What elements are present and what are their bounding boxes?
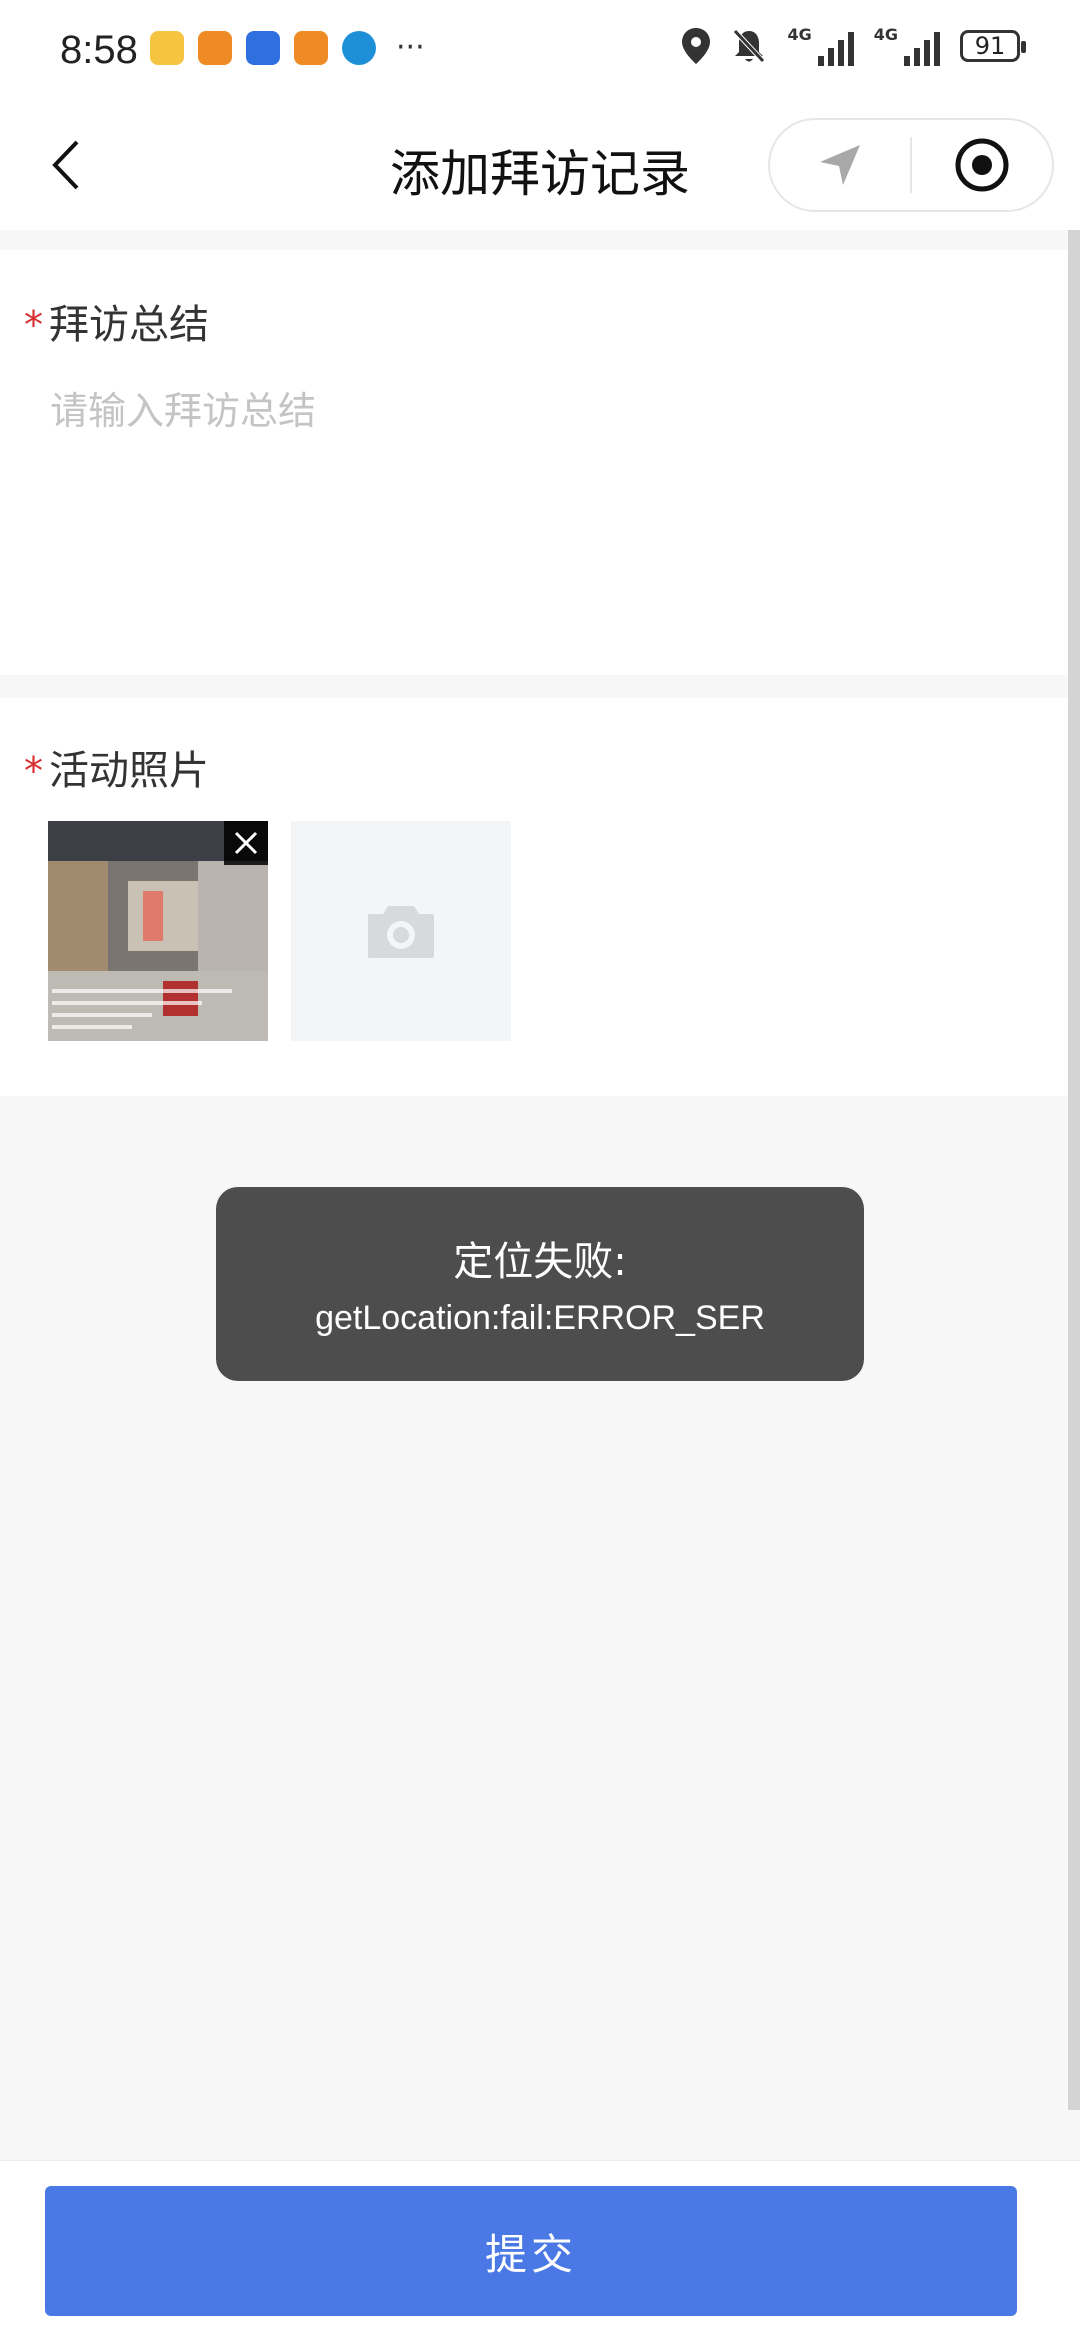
- location-share-button[interactable]: [770, 120, 910, 210]
- camera-icon: [368, 906, 434, 958]
- browser-app-icon: [342, 30, 376, 65]
- network-type-label: 4G: [787, 25, 812, 44]
- taobao-app-icon: [294, 30, 328, 65]
- photos-section: * 活动照片: [0, 698, 1068, 1096]
- add-photo-button[interactable]: [291, 821, 511, 1041]
- mini-program-capsule: [768, 118, 1054, 212]
- battery-level: 91: [974, 32, 1006, 60]
- signal-strength-icon: 4G: [874, 26, 940, 66]
- meituan-app-icon: [150, 30, 184, 65]
- close-mini-program-button[interactable]: [912, 120, 1052, 210]
- target-circle-icon: [955, 138, 1009, 192]
- remove-photo-button[interactable]: [224, 821, 268, 865]
- navigation-arrow-icon: [820, 145, 860, 185]
- summary-placeholder: 请输入拜访总结: [50, 389, 317, 433]
- network-type-label: 4G: [873, 25, 898, 44]
- more-notifications-icon: ···: [396, 30, 425, 65]
- photos-label-text: 活动照片: [49, 748, 209, 794]
- required-mark: *: [24, 303, 43, 347]
- toast-message: getLocation:fail:ERROR_SER: [315, 1299, 765, 1337]
- taobao-app-icon: [198, 30, 232, 65]
- submit-button[interactable]: 提交: [45, 2186, 1017, 2316]
- close-icon: [234, 831, 258, 855]
- notification-icons: ···: [150, 30, 425, 65]
- summary-label-text: 拜访总结: [49, 302, 209, 348]
- status-right: 4G 4G 91: [681, 25, 1026, 66]
- mute-bell-icon: [733, 29, 766, 63]
- photos-label: * 活动照片: [24, 738, 209, 796]
- status-time: 8:58: [60, 28, 138, 72]
- location-pin-icon: [682, 28, 711, 64]
- voice-app-icon: [246, 30, 280, 65]
- status-bar: 8:58 ··· 4G 4G 91: [0, 0, 1080, 100]
- summary-label: * 拜访总结: [24, 292, 209, 350]
- battery-icon: 91: [960, 30, 1026, 62]
- required-mark: *: [24, 749, 43, 793]
- summary-textarea[interactable]: 请输入拜访总结: [50, 380, 316, 435]
- summary-section: * 拜访总结 请输入拜访总结: [0, 250, 1068, 675]
- error-toast: 定位失败: getLocation:fail:ERROR_SER: [216, 1187, 864, 1381]
- nav-bar: 添加拜访记录: [0, 100, 1080, 230]
- bottom-bar: 提交: [0, 2160, 1080, 2341]
- scrollbar[interactable]: [1068, 230, 1080, 2110]
- toast-title: 定位失败:: [453, 1239, 627, 1285]
- photo-thumbnail[interactable]: [48, 821, 268, 1041]
- signal-strength-icon: 4G: [787, 25, 854, 66]
